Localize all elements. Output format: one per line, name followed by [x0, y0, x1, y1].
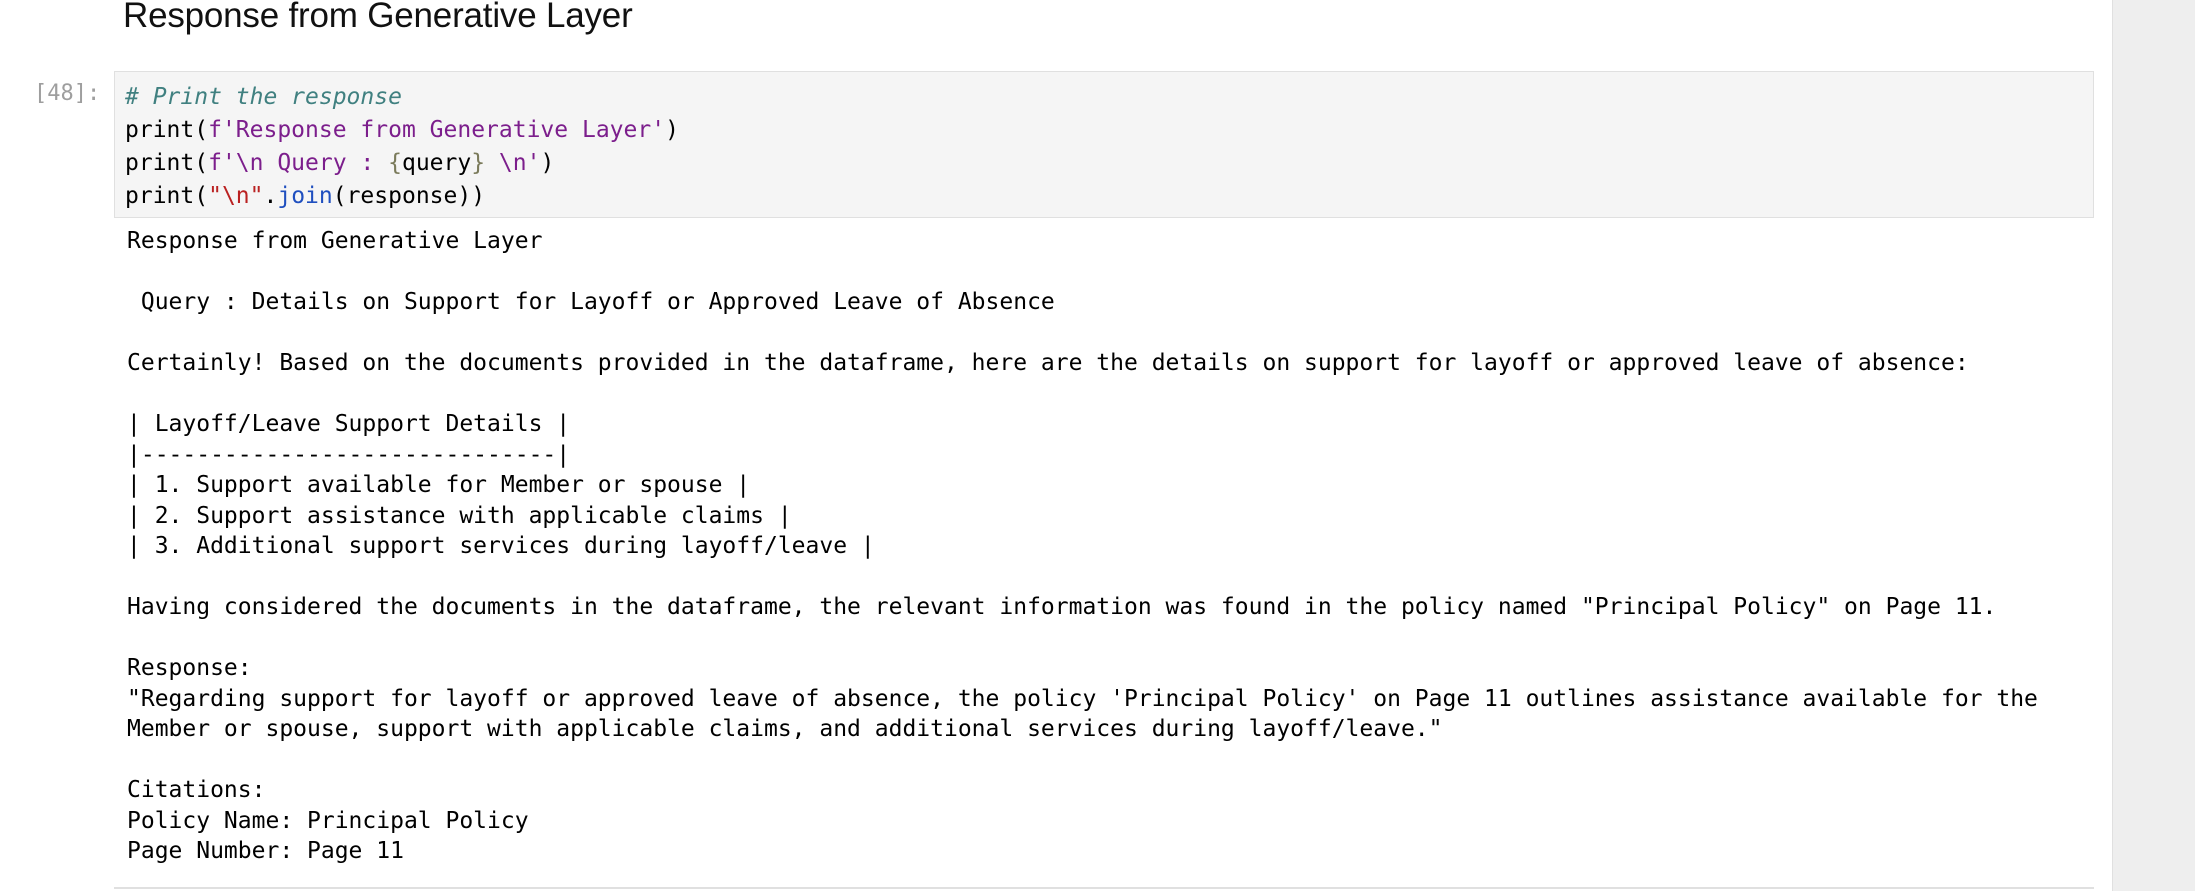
code-line-2: print(f'Response from Generative Layer') — [125, 117, 679, 143]
code-cell-editor[interactable]: # Print the response print(f'Response fr… — [114, 71, 2094, 218]
code-comment: # Print the response — [125, 84, 402, 110]
code-line-3: print(f'\n Query : {query} \n') — [125, 150, 555, 176]
code-source[interactable]: # Print the response print(f'Response fr… — [125, 81, 679, 213]
cell-output: Response from Generative Layer Query : D… — [127, 228, 2038, 864]
markdown-heading: Response from Generative Layer — [123, 0, 633, 35]
notebook-page: Response from Generative Layer [48]: # P… — [0, 0, 2195, 891]
execution-count-prompt: [48]: — [34, 81, 101, 106]
cell-divider — [114, 887, 2094, 889]
code-line-4: print("\n".join(response)) — [125, 183, 486, 209]
right-side-panel — [2112, 0, 2195, 891]
